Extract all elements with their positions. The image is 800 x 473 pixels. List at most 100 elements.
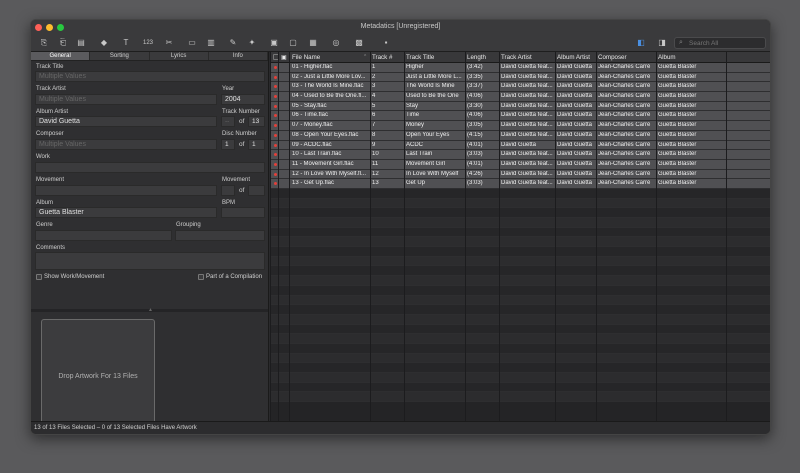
table-header: ▣ File Name Track # Track Title Length Track … <box>270 52 770 63</box>
no-artwork-indicator-icon <box>274 182 277 186</box>
genre-field[interactable] <box>35 230 172 241</box>
table-row[interactable]: 11 - Movement Girl.flac 11 Movement Girl (4… <box>270 159 770 170</box>
bpm-field[interactable] <box>221 207 265 218</box>
show-work-checkbox[interactable] <box>36 274 42 280</box>
image-icon[interactable]: ▩ <box>353 37 365 49</box>
comments-label: Comments <box>36 245 66 251</box>
album-artist-field[interactable]: David Guetta <box>35 116 217 127</box>
no-artwork-indicator-icon <box>274 85 277 89</box>
table-row[interactable]: 08 - Open Your Eyes.flac 8 Open Your Eyes (… <box>270 130 770 141</box>
grouping-field[interactable] <box>175 230 265 241</box>
track-total-field[interactable]: 13 <box>248 116 265 127</box>
empty-row <box>270 285 770 296</box>
artwork-drop-zone[interactable]: Drop Artwork For 13 Files <box>41 319 155 433</box>
track-number-field[interactable]: -- <box>221 116 235 127</box>
column-header-album-artist[interactable]: Album Artist <box>557 54 590 61</box>
search-input[interactable] <box>689 38 763 48</box>
doc-icon[interactable]: ▤ <box>75 37 87 49</box>
artwork-export-icon[interactable]: ▦ <box>307 37 319 49</box>
table-row[interactable]: 05 - Stay.flac 5 Stay (3:30) David Guetta fe… <box>270 101 770 112</box>
doc-export-icon[interactable]: ⎗ <box>57 37 69 49</box>
tab-lyrics[interactable]: Lyrics <box>150 52 209 60</box>
table-cell: Open Your Eyes <box>406 131 450 138</box>
table-row[interactable]: 03 - The World Is Mine.flac 3 The World Is… <box>270 82 770 93</box>
search-icon: ⌕ <box>679 39 683 46</box>
table-row[interactable]: 07 - Money.flac 7 Money (3:05) David Guetta … <box>270 121 770 131</box>
table-row[interactable]: 13 - Get Up.flac 13 Get Up (3:03) David Guet… <box>270 179 770 189</box>
table-cell: 11 <box>372 160 379 167</box>
table-cell: David Guetta <box>557 64 593 70</box>
doc-import-icon[interactable]: ⎘ <box>38 37 50 49</box>
column-header-track[interactable]: Track # <box>372 54 392 61</box>
movement-total-field[interactable] <box>248 185 265 196</box>
table-row[interactable]: 10 - Last Train.flac 10 Last Train (3:03) Da… <box>270 150 770 160</box>
table-row[interactable]: 02 - Just a Little More Lov... 2 Just a Li… <box>270 72 770 83</box>
magic-icon[interactable]: ✦ <box>246 37 258 49</box>
track-title-field[interactable]: Multiple Values <box>35 71 265 82</box>
work-field[interactable] <box>35 162 265 173</box>
column-header-composer[interactable]: Composer <box>598 54 627 61</box>
table-cell: 1 <box>372 64 376 70</box>
table-cell: David Guetta <box>557 141 593 148</box>
composer-field[interactable]: Multiple Values <box>35 139 217 150</box>
column-header-file-name[interactable]: File Name <box>292 54 320 61</box>
movement-number-label: Movement <box>222 177 251 183</box>
table-cell: Guetta Blaster <box>658 151 697 158</box>
tab-info[interactable]: Info <box>209 52 268 60</box>
movement-number-field[interactable] <box>221 185 235 196</box>
column-header-track-title[interactable]: Track Title <box>406 54 434 61</box>
column-header-track-artist[interactable]: Track Artist <box>501 54 532 61</box>
comments-field[interactable] <box>35 252 265 270</box>
table-cell: David Guetta <box>557 180 593 187</box>
table-cell: Jean-Charles Carré <box>598 141 651 148</box>
table-cell: 13 <box>372 180 379 187</box>
track-number-label: Track Number <box>222 109 260 115</box>
movement-field[interactable] <box>35 185 217 196</box>
sidebar-right-icon[interactable]: ◨ <box>656 37 668 49</box>
search-field[interactable]: ⌕ <box>674 37 766 49</box>
table-row[interactable]: 09 - ACDC.flac 9 ACDC (4:01) David Guetta Dav… <box>270 140 770 151</box>
table-row[interactable]: 04 - Used to Be the One.fl... 4 Used to Be… <box>270 92 770 102</box>
artwork-remove-icon[interactable]: ▢ <box>287 37 299 49</box>
table-row[interactable]: 06 - Time.flac 6 Time (4:06) David Guetta fe… <box>270 111 770 122</box>
barcode-icon[interactable]: ▭ <box>186 37 198 49</box>
tab-sorting[interactable]: Sorting <box>90 52 150 60</box>
table-cell: 10 <box>372 151 379 158</box>
table-cell: David Guetta <box>557 112 593 119</box>
column-divider <box>278 52 279 423</box>
year-field[interactable]: 2004 <box>221 94 265 105</box>
track-artist-field[interactable]: Multiple Values <box>35 94 217 105</box>
table-cell: Guetta Blaster <box>658 170 697 177</box>
book-icon[interactable]: ▥ <box>205 37 217 49</box>
compilation-checkbox[interactable] <box>198 274 204 280</box>
table-cell: Guetta Blaster <box>658 112 697 119</box>
table-cell: Guetta Blaster <box>658 131 697 138</box>
artwork-icon[interactable]: ▣ <box>268 37 280 49</box>
numbers-icon[interactable]: 123 <box>140 37 156 49</box>
album-field[interactable]: Guetta Blaster <box>35 207 217 218</box>
text-icon[interactable]: T <box>120 37 132 49</box>
empty-row <box>270 208 770 218</box>
no-artwork-indicator-icon <box>274 162 277 166</box>
column-header-album[interactable]: Album <box>658 54 676 61</box>
table-cell: David Guetta <box>501 141 537 148</box>
table-cell: Last Train <box>406 151 433 158</box>
save-icon[interactable]: ▪ <box>380 37 392 49</box>
table-row[interactable]: 01 - Higher.flac 1 Higher (3:42) David Guett… <box>270 63 770 73</box>
disc-total-field[interactable]: 1 <box>248 139 265 150</box>
table-row[interactable]: 12 - In Love With Myself.fl... 12 In Love … <box>270 169 770 180</box>
tools-icon[interactable]: ✂ <box>163 37 175 49</box>
tab-general[interactable]: General <box>31 52 91 60</box>
column-header-length[interactable]: Length <box>467 54 486 61</box>
globe-icon[interactable]: ◎ <box>330 37 342 49</box>
table-cell: (3:05) <box>467 122 483 129</box>
disc-number-field[interactable]: 1 <box>221 139 235 150</box>
tag-icon[interactable]: ◆ <box>98 37 110 49</box>
toolbar: ⌕ ⎘ ⎗ ▤ ◆ T 123 ✂ ▭ ▥ ✎ ✦ ▣ ▢ ▦ ◎ ▩ ▪ ◧ ◨ <box>31 34 770 52</box>
empty-row <box>270 247 770 257</box>
no-artwork-indicator-icon <box>274 66 277 69</box>
sidebar-left-icon[interactable]: ◧ <box>635 37 647 49</box>
artwork-column-icon[interactable]: ▣ <box>281 54 287 61</box>
rename-icon[interactable]: ✎ <box>227 37 239 49</box>
table-cell: David Guetta <box>557 160 593 167</box>
